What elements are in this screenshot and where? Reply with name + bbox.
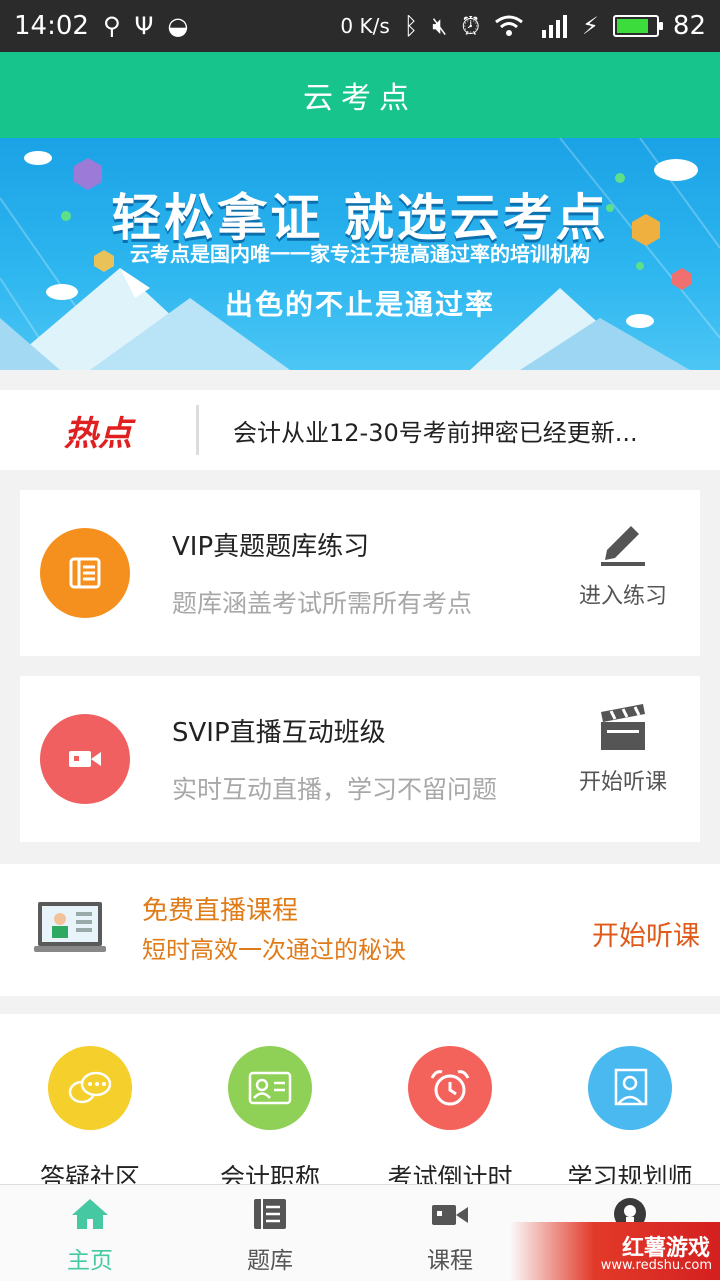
alarm-clock-icon (408, 1046, 492, 1130)
grid-item-label: 考试倒计时 (387, 1163, 513, 1184)
sync-icon: ◒ (167, 12, 189, 40)
free-course-title: 免费直播课程 (142, 896, 299, 926)
tab-question-bank[interactable]: 题库 (180, 1197, 360, 1275)
watermark: 红薯游戏 www.redshu.com (510, 1222, 720, 1280)
home-icon (72, 1199, 108, 1229)
free-course-start-button[interactable]: 开始听课 (592, 914, 700, 953)
card-title: SVIP直播互动班级 (172, 718, 386, 748)
grid-item-study-planner[interactable]: 学习规划师 (540, 1046, 720, 1184)
promo-banner[interactable]: 轻松拿证 就选云考点 云考点是国内唯一一家专注于提高通过率的培训机构 出色的不止… (0, 138, 720, 370)
grid-item-label: 会计职称 (219, 1163, 320, 1184)
book-icon (254, 1199, 286, 1229)
wifi-icon (495, 15, 523, 36)
card-subtitle: 实时互动直播，学习不留问题 (172, 775, 498, 804)
usb-icon: Ψ (134, 12, 154, 40)
bluetooth-icon: ᛒ (403, 12, 419, 40)
signal-4g-icon (542, 15, 568, 38)
battery-icon (612, 15, 663, 37)
pencil-icon (601, 526, 645, 566)
grid-item-label: 学习规划师 (567, 1163, 693, 1184)
tab-home[interactable]: 主页 (0, 1197, 180, 1275)
banner-tagline: 出色的不止是通过率 (224, 288, 495, 321)
charging-icon: ⚡︎ (582, 12, 599, 40)
tab-label: 题库 (247, 1248, 293, 1274)
status-bar: 14:02 ⚲ Ψ ◒ 0 K/s ᛒ 🔇︎ ⏰︎ ⚡︎ 82 (0, 0, 720, 52)
share-icon: ⚲ (102, 12, 121, 40)
grid-item-accounting-title[interactable]: 会计职称 (180, 1046, 360, 1184)
grid-item-label: 答疑社区 (39, 1163, 140, 1184)
hot-news-text[interactable]: 会计从业12-30号考前押密已经更新... (199, 413, 638, 448)
video-camera-icon (40, 714, 130, 804)
banner-subline: 云考点是国内唯一一家专注于提高通过率的培训机构 (130, 242, 590, 266)
grid-item-qa-community[interactable]: 答疑社区 (0, 1046, 180, 1184)
chat-bubbles-icon (48, 1046, 132, 1130)
start-listening-label: 开始听课 (578, 770, 667, 795)
feature-grid: 答疑社区 会计职称 考试倒计时 学习规划师 (0, 1014, 720, 1184)
hot-news-bar[interactable]: 热点 会计从业12-30号考前押密已经更新... (0, 390, 720, 470)
page-title: 云考点 (303, 81, 417, 116)
svip-live-class-card[interactable]: SVIP直播互动班级 实时互动直播，学习不留问题 开始听课 (20, 676, 700, 842)
start-listening-button[interactable]: 开始听课 (568, 700, 678, 796)
watermark-url: www.redshu.com (600, 1258, 712, 1273)
card-subtitle: 题库涵盖考试所需所有考点 (172, 589, 473, 618)
free-course-subtitle: 短时高效一次通过的秘诀 (142, 936, 406, 964)
status-time: 14:02 (14, 11, 89, 41)
mute-icon: 🔇︎ (432, 12, 448, 40)
video-icon (432, 1205, 468, 1225)
enter-practice-label: 进入练习 (578, 584, 667, 609)
id-card-icon (228, 1046, 312, 1130)
free-live-course[interactable]: 免费直播课程 短时高效一次通过的秘诀 开始听课 (0, 864, 720, 996)
grid-item-exam-countdown[interactable]: 考试倒计时 (360, 1046, 540, 1184)
planner-icon (588, 1046, 672, 1130)
laptop-teacher-icon (34, 902, 106, 952)
hot-tag: 热点 (64, 413, 132, 454)
net-speed: 0 K/s (340, 14, 390, 38)
alarm-icon: ⏰︎ (461, 12, 481, 40)
question-bank-icon (40, 528, 130, 618)
app-bar: 云考点 (0, 52, 720, 138)
card-title: VIP真题题库练习 (172, 532, 370, 562)
tab-label: 主页 (67, 1248, 113, 1274)
enter-practice-button[interactable]: 进入练习 (568, 514, 678, 610)
clapperboard-icon (601, 704, 645, 750)
battery-level: 82 (672, 11, 706, 41)
vip-question-bank-card[interactable]: VIP真题题库练习 题库涵盖考试所需所有考点 进入练习 (20, 490, 700, 656)
